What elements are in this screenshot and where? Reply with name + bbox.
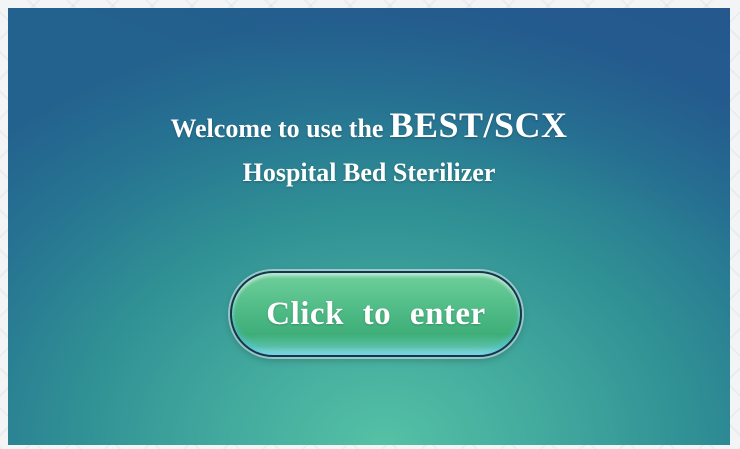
welcome-text: Welcome to use the [170, 114, 384, 143]
enter-button-label: Click to enter [266, 295, 486, 332]
welcome-line: Welcome to use the BEST/SCX [170, 104, 567, 146]
brand-name: BEST/SCX [389, 105, 568, 145]
product-name: Hospital Bed Sterilizer [242, 158, 496, 187]
enter-button[interactable]: Click to enter [230, 271, 522, 357]
welcome-screen: Welcome to use the BEST/SCX Hospital Bed… [8, 8, 730, 445]
welcome-headline: Welcome to use the BEST/SCX Hospital Bed… [8, 104, 730, 188]
